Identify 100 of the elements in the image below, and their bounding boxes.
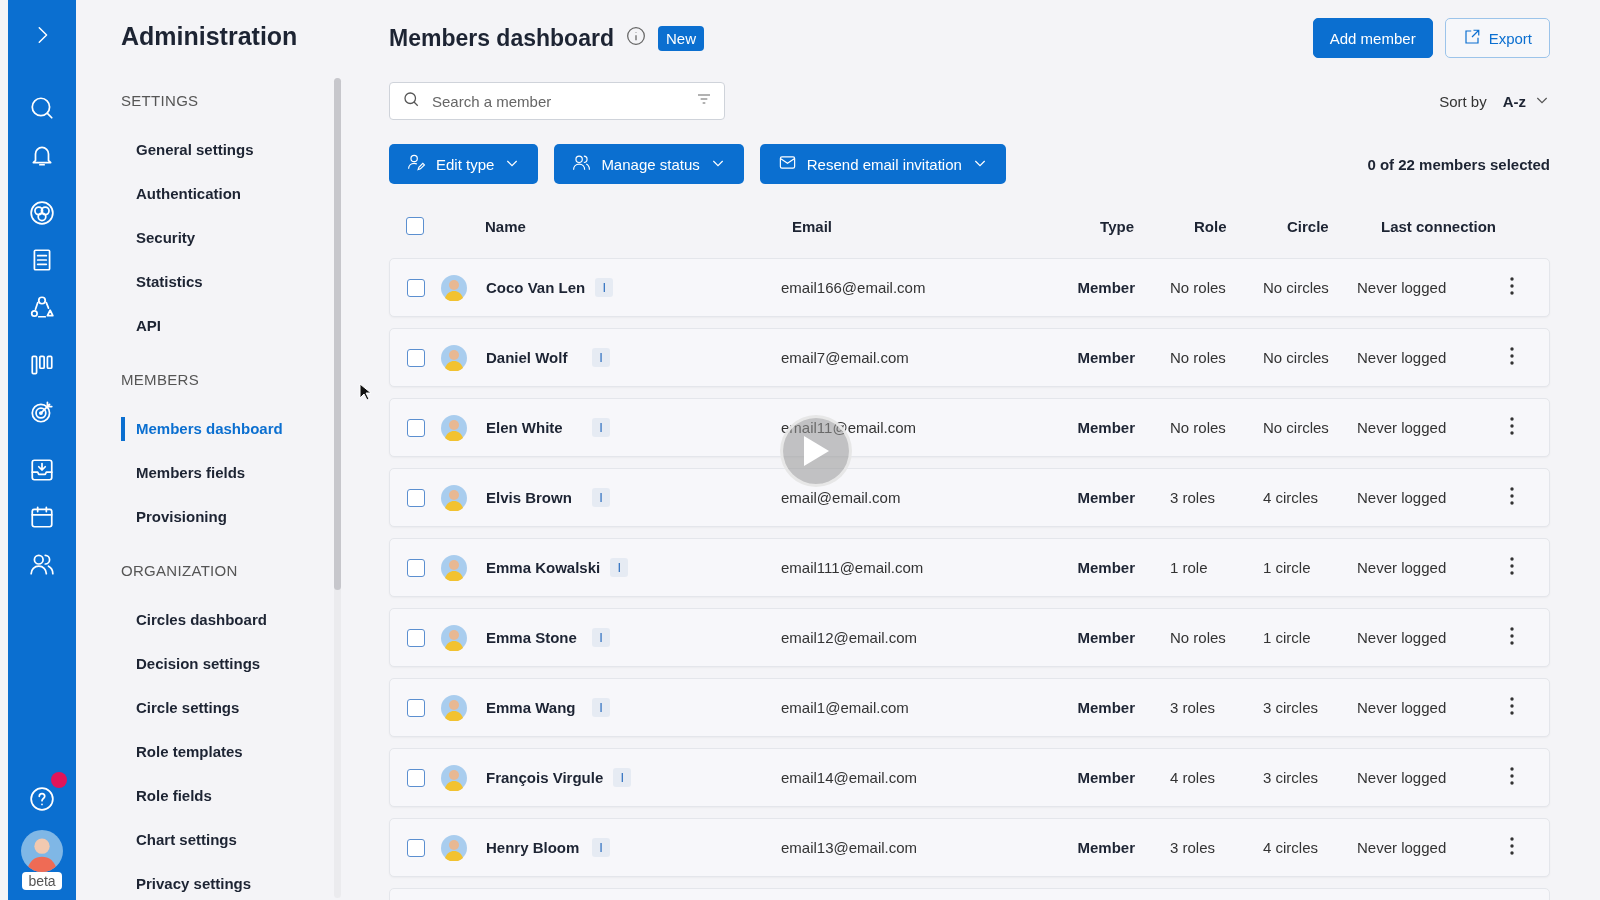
search-input[interactable]: Search a member <box>430 91 686 111</box>
email-cell-text: email12@email.com <box>781 629 919 646</box>
status-badge: I <box>592 838 610 857</box>
member-name[interactable]: Daniel Wolf <box>486 349 582 366</box>
selection-count: 0 of 22 members selected <box>1367 155 1550 173</box>
status-badge: I <box>610 558 629 577</box>
sidebar-item[interactable]: Privacy settings <box>121 872 252 896</box>
circle-cell-text: 3 circles <box>1263 699 1319 716</box>
last-connection-cell-text: Never logged <box>1357 559 1448 576</box>
email-cell-text: email@email.com <box>781 489 902 506</box>
status-badge: I <box>592 348 610 367</box>
type-cell-text: Member <box>1076 699 1135 716</box>
email-cell-text: email111@email.com <box>781 559 925 576</box>
section-heading: ORGANIZATION <box>121 562 238 579</box>
sidebar-item[interactable]: Members fields <box>121 461 246 485</box>
email-cell-text: email13@email.com <box>781 839 919 856</box>
type-cell-text: Member <box>1076 839 1135 856</box>
new-badge: New <box>657 25 704 51</box>
role-cell-text: No roles <box>1169 349 1227 366</box>
sidebar-item[interactable]: Statistics <box>121 270 203 294</box>
email-cell-text: email1@email.com <box>781 699 910 716</box>
role-cell-text: No roles <box>1169 419 1227 436</box>
last-connection-cell-text: Never logged <box>1357 699 1448 716</box>
action-dropdown-button[interactable]: Resend email invitation <box>759 144 1006 184</box>
member-name[interactable]: François Virgule <box>486 769 604 786</box>
page-title: Administration <box>121 22 298 51</box>
role-cell-text: 1 role <box>1169 559 1209 576</box>
last-connection-cell-text: Never logged <box>1357 279 1448 296</box>
sidebar-item[interactable]: Security <box>121 226 196 250</box>
circle-cell-text: 1 circle <box>1263 629 1312 646</box>
circle-cell-text: No circles <box>1263 279 1330 296</box>
type-cell-text: Member <box>1076 279 1135 296</box>
status-badge: I <box>592 418 610 437</box>
column-header: Type <box>1099 217 1134 235</box>
sidebar-item[interactable]: Chart settings <box>121 828 237 852</box>
last-connection-cell-text: Never logged <box>1357 419 1448 436</box>
search-bar[interactable]: Search a member <box>389 82 725 120</box>
member-name[interactable]: Emma Stone <box>486 629 582 646</box>
sort-label: Sort by <box>1439 92 1487 110</box>
circle-cell-text: No circles <box>1263 419 1330 436</box>
status-badge: I <box>595 278 614 297</box>
section-heading: MEMBERS <box>121 371 199 388</box>
status-badge: I <box>592 488 610 507</box>
email-cell-text: email7@email.com <box>781 349 910 366</box>
role-cell-text: No roles <box>1169 279 1227 296</box>
circle-cell-text: 3 circles <box>1263 769 1319 786</box>
status-badge: I <box>592 628 610 647</box>
last-connection-cell-text: Never logged <box>1357 629 1448 646</box>
email-cell-text: email166@email.com <box>781 279 927 296</box>
column-header: Circle <box>1286 217 1330 235</box>
circle-cell-text: 1 circle <box>1263 559 1312 576</box>
section-heading: SETTINGS <box>121 92 199 109</box>
sidebar-item[interactable]: Members dashboard <box>121 417 283 441</box>
sidebar-item[interactable]: Role fields <box>121 784 212 808</box>
sidebar-item[interactable]: API <box>121 314 161 338</box>
last-connection-cell-text: Never logged <box>1357 769 1448 786</box>
circle-cell-text: 4 circles <box>1263 839 1319 856</box>
column-header: Role <box>1193 217 1228 235</box>
beta-label: beta <box>22 872 62 890</box>
type-cell-text: Member <box>1076 629 1135 646</box>
member-name[interactable]: Elvis Brown <box>486 489 582 506</box>
add-member-button[interactable]: Add member <box>1312 18 1433 58</box>
column-header: Name <box>485 217 527 235</box>
role-cell-text: 3 roles <box>1169 489 1217 506</box>
action-dropdown-button[interactable]: Manage status <box>554 144 744 184</box>
type-cell-text: Member <box>1076 489 1135 506</box>
email-cell-text: email11@email.com <box>781 419 917 436</box>
sidebar-item[interactable]: General settings <box>121 138 254 162</box>
role-cell-text: 3 roles <box>1169 839 1217 856</box>
sidebar-item[interactable]: Decision settings <box>121 652 261 676</box>
member-name[interactable]: Coco Van Len <box>486 279 586 296</box>
last-connection-cell-text: Never logged <box>1357 349 1448 366</box>
sidebar-item[interactable]: Role templates <box>121 740 243 764</box>
role-cell-text: 4 roles <box>1169 769 1217 786</box>
last-connection-cell-text: Never logged <box>1357 489 1448 506</box>
member-name[interactable]: Elen White <box>486 419 582 436</box>
column-header: Last connection <box>1380 217 1497 235</box>
page-title: Members dashboard <box>389 24 614 52</box>
export-button[interactable]: Export <box>1444 18 1550 58</box>
circle-cell-text: No circles <box>1263 349 1330 366</box>
member-name[interactable]: Henry Bloom <box>486 839 582 856</box>
member-name[interactable]: Emma Wang <box>486 699 582 716</box>
last-connection-cell-text: Never logged <box>1357 839 1448 856</box>
email-cell-text: email14@email.com <box>781 769 919 786</box>
role-cell-text: 3 roles <box>1169 699 1217 716</box>
sidebar-item[interactable]: Provisioning <box>121 505 227 529</box>
type-cell-text: Member <box>1076 349 1135 366</box>
type-cell-text: Member <box>1076 769 1135 786</box>
sidebar-item[interactable]: Authentication <box>121 182 241 206</box>
sidebar-item[interactable]: Circles dashboard <box>121 608 267 632</box>
status-badge: I <box>592 698 610 717</box>
member-name[interactable]: Emma Kowalski <box>486 559 601 576</box>
role-cell-text: No roles <box>1169 629 1227 646</box>
action-dropdown-button[interactable]: Edit type <box>389 144 539 184</box>
circle-cell-text: 4 circles <box>1263 489 1319 506</box>
sort-dropdown[interactable]: A-z <box>1502 91 1550 111</box>
status-badge: I <box>613 768 632 787</box>
type-cell-text: Member <box>1076 419 1135 436</box>
sidebar-item[interactable]: Circle settings <box>121 696 240 720</box>
column-header: Email <box>791 217 834 235</box>
